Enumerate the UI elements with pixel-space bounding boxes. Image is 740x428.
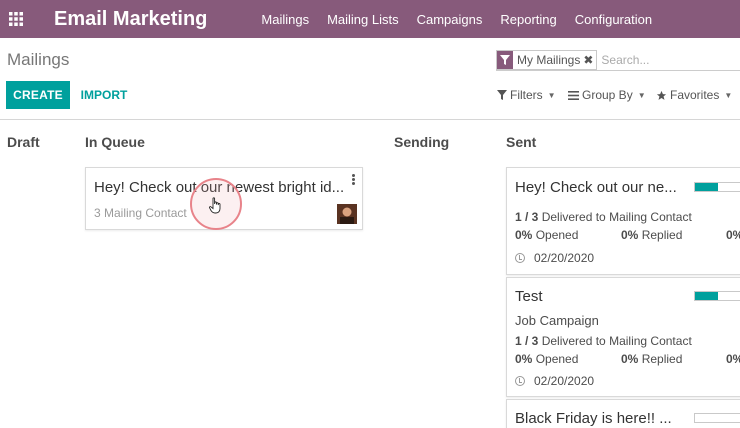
hand-cursor-icon	[209, 197, 223, 219]
card-recipients: 3 Mailing Contact	[94, 206, 187, 220]
campaign-name: Job Campaign	[515, 313, 599, 328]
card-title: Test	[515, 288, 543, 305]
third-pct: 0%	[726, 352, 740, 366]
replied-stat: 0% Replied	[621, 228, 682, 242]
caret-down-icon: ▼	[724, 90, 733, 100]
facet-label: My Mailings	[517, 52, 581, 67]
clock-icon	[515, 376, 525, 386]
kanban-card-sent[interactable]: Test Job Campaign 1 / 3 Delivered to Mai…	[506, 277, 740, 397]
menu-item-mailing-lists[interactable]: Mailing Lists	[327, 12, 399, 27]
column-title-sent: Sent	[506, 134, 537, 150]
app-title: Email Marketing	[54, 7, 208, 30]
sent-date-value: 02/20/2020	[534, 374, 595, 388]
opened-stat: 0% Opened	[515, 228, 578, 242]
column-title-draft: Draft	[7, 134, 40, 150]
caret-down-icon: ▼	[637, 90, 646, 100]
main-menu: Mailings Mailing Lists Campaigns Reporti…	[261, 12, 670, 27]
kanban-card-sent[interactable]: Black Friday is here!! ...	[506, 399, 740, 428]
kanban-view: Draft In Queue Sending Sent Hey! Check o…	[0, 120, 740, 428]
import-button[interactable]: IMPORT	[74, 81, 134, 109]
star-icon	[656, 90, 667, 101]
remove-facet-icon[interactable]: ✖	[583, 53, 596, 67]
replied-label: Replied	[641, 352, 683, 366]
sent-date-value: 02/20/2020	[534, 251, 595, 265]
group-by-dropdown[interactable]: Group By ▼	[568, 88, 646, 102]
column-title-sending: Sending	[394, 134, 450, 150]
delivered-info: 1 / 3 Delivered to Mailing Contact	[515, 334, 692, 348]
card-title: Black Friday is here!! ...	[515, 410, 672, 427]
column-title-in-queue: In Queue	[85, 134, 145, 150]
opened-pct: 0%	[515, 228, 533, 242]
replied-pct: 0%	[621, 352, 639, 366]
delivery-progress-bar	[694, 182, 740, 192]
favorites-label: Favorites	[670, 88, 720, 102]
card-menu-icon[interactable]	[352, 174, 356, 186]
menu-item-reporting[interactable]: Reporting	[500, 12, 556, 27]
delivered-info: 1 / 3 Delivered to Mailing Contact	[515, 210, 692, 224]
delivered-text: Delivered to Mailing Contact	[541, 334, 692, 348]
clock-icon	[515, 253, 525, 263]
opened-label: Opened	[535, 352, 579, 366]
delivered-text: Delivered to Mailing Contact	[541, 210, 692, 224]
search-facet: My Mailings ✖	[496, 49, 598, 70]
opened-pct: 0%	[515, 352, 533, 366]
menu-item-campaigns[interactable]: Campaigns	[417, 12, 483, 27]
progress-fill	[695, 183, 718, 191]
replied-pct: 0%	[621, 228, 639, 242]
replied-label: Replied	[641, 228, 683, 242]
menu-item-mailings[interactable]: Mailings	[261, 12, 309, 27]
third-stat: 0%	[726, 228, 740, 242]
delivered-count: 1 / 3	[515, 334, 539, 348]
delivered-count: 1 / 3	[515, 210, 539, 224]
filter-icon	[497, 50, 513, 69]
card-title: Hey! Check out our ne...	[515, 179, 677, 196]
progress-fill	[695, 292, 718, 300]
avatar	[337, 204, 357, 224]
opened-label: Opened	[535, 228, 579, 242]
top-navbar: Email Marketing Mailings Mailing Lists C…	[0, 0, 740, 38]
sent-date: 02/20/2020	[515, 374, 594, 388]
delivery-progress-bar	[694, 413, 740, 423]
filters-dropdown[interactable]: Filters ▼	[497, 88, 556, 102]
search-bar: My Mailings ✖	[496, 49, 740, 71]
search-input[interactable]	[601, 52, 722, 67]
third-pct: 0%	[726, 228, 740, 242]
replied-stat: 0% Replied	[621, 352, 682, 366]
caret-down-icon: ▼	[547, 90, 556, 100]
control-panel: Mailings CREATE IMPORT My Mailings ✖ Fil…	[0, 38, 740, 120]
create-button[interactable]: CREATE	[6, 81, 70, 109]
filter-icon	[497, 90, 507, 100]
group-by-label: Group By	[582, 88, 633, 102]
opened-stat: 0% Opened	[515, 352, 578, 366]
filters-label: Filters	[510, 88, 543, 102]
delivery-progress-bar	[694, 291, 740, 301]
list-icon	[568, 90, 579, 100]
favorites-dropdown[interactable]: Favorites ▼	[656, 88, 732, 102]
third-stat: 0%	[726, 352, 740, 366]
apps-menu-icon[interactable]	[2, 0, 30, 38]
menu-item-configuration[interactable]: Configuration	[575, 12, 652, 27]
breadcrumb: Mailings	[7, 50, 70, 69]
sent-date: 02/20/2020	[515, 251, 594, 265]
kanban-card-sent[interactable]: Hey! Check out our ne... 1 / 3 Delivered…	[506, 167, 740, 275]
